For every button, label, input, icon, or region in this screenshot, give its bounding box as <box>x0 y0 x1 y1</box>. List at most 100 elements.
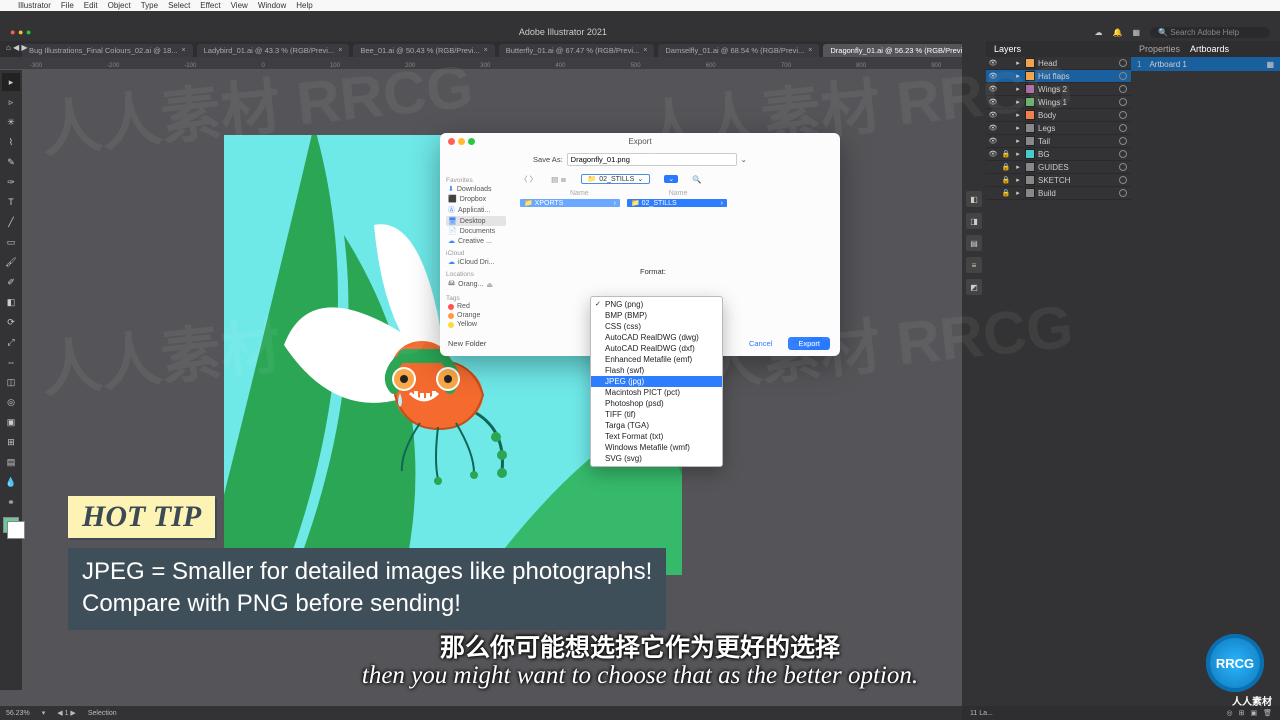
eyedropper-tool[interactable]: 💧 <box>2 473 20 491</box>
menu-window[interactable]: Window <box>258 1 286 10</box>
tab-damselfly[interactable]: Damselfly_01.ai @ 68.54 % (RGB/Previ...× <box>658 44 819 57</box>
menu-effect[interactable]: Effect <box>200 1 220 10</box>
sidebar-item-desktop[interactable]: 🖥Desktop <box>446 216 506 226</box>
chevron-down-icon[interactable]: ⌄ <box>741 155 747 164</box>
menu-illustrator[interactable]: Illustrator <box>18 1 51 10</box>
type-tool[interactable]: T <box>2 193 20 211</box>
eraser-tool[interactable]: ◧ <box>2 293 20 311</box>
chevron-right-icon[interactable]: ▸ <box>1014 176 1022 184</box>
chevron-right-icon[interactable]: ▸ <box>1014 98 1022 106</box>
close-icon[interactable]: × <box>484 47 488 54</box>
target-icon[interactable] <box>1119 98 1127 106</box>
nav-back-icon[interactable]: 〈 〉 <box>520 174 537 185</box>
target-icon[interactable] <box>1119 137 1127 145</box>
artboard-row[interactable]: 1 Artboard 1 ▦ <box>1131 57 1280 71</box>
sidebar-item-documents[interactable]: 📄Documents <box>446 226 506 236</box>
layer-row-tail[interactable]: 👁▸Tail <box>986 135 1131 148</box>
visibility-icon[interactable]: 👁 <box>988 85 998 93</box>
sidebar-tag-yellow[interactable]: Yellow <box>446 320 506 329</box>
layer-row-build[interactable]: 🔒▸Build <box>986 187 1131 200</box>
format-option-dwg[interactable]: AutoCAD RealDWG (dwg) <box>591 332 722 343</box>
target-icon[interactable] <box>1119 111 1127 119</box>
rotate-tool[interactable]: ⟳ <box>2 313 20 331</box>
menu-edit[interactable]: Edit <box>84 1 98 10</box>
target-icon[interactable] <box>1119 124 1127 132</box>
tab-butterfly[interactable]: Butterfly_01.ai @ 67.47 % (RGB/Previ...× <box>499 44 655 57</box>
search-icon[interactable]: 🔍 <box>692 175 701 184</box>
selection-tool[interactable]: ▸ <box>2 73 20 91</box>
cloud-icon[interactable]: ☁ <box>1094 28 1102 37</box>
blend-tool[interactable]: ⚭ <box>2 493 20 511</box>
format-option-jpg[interactable]: JPEG (jpg) <box>591 376 722 387</box>
new-layer-icon[interactable]: ▣ <box>1250 709 1257 717</box>
visibility-icon[interactable]: 👁 <box>988 59 998 67</box>
group-button[interactable]: ⌄ <box>664 175 678 183</box>
cancel-button[interactable]: Cancel <box>741 337 780 350</box>
layer-row-guides[interactable]: 🔒▸GUIDES <box>986 161 1131 174</box>
lock-icon[interactable]: 🔒 <box>1001 189 1011 197</box>
chevron-right-icon[interactable]: ▸ <box>1014 163 1022 171</box>
rectangle-tool[interactable]: ▭ <box>2 233 20 251</box>
visibility-icon[interactable]: 👁 <box>988 137 998 145</box>
width-tool[interactable]: ⇔ <box>2 353 20 371</box>
window-traffic-green[interactable]: ● <box>26 27 31 37</box>
tab-ladybird[interactable]: Ladybird_01.ai @ 43.3 % (RGB/Previ...× <box>197 44 350 57</box>
new-folder-button[interactable]: New Folder <box>448 339 486 348</box>
format-option-psd[interactable]: Photoshop (psd) <box>591 398 722 409</box>
curvature-tool[interactable]: ✑ <box>2 173 20 191</box>
layer-row-wings-1[interactable]: 👁▸Wings 1 <box>986 96 1131 109</box>
target-icon[interactable] <box>1119 176 1127 184</box>
layer-row-wings-2[interactable]: 👁▸Wings 2 <box>986 83 1131 96</box>
sidebar-item-downloads[interactable]: ⬇Downloads <box>446 184 506 194</box>
tab-artboards[interactable]: Artboards <box>1190 44 1229 54</box>
delete-layer-icon[interactable]: 🗑 <box>1263 709 1272 717</box>
sidebar-item-dropbox[interactable]: ⬛Dropbox <box>446 194 506 204</box>
layer-row-body[interactable]: 👁▸Body <box>986 109 1131 122</box>
close-icon[interactable]: × <box>338 47 342 54</box>
target-icon[interactable] <box>1119 85 1127 93</box>
menu-view[interactable]: View <box>231 1 248 10</box>
pen-tool[interactable]: ✎ <box>2 153 20 171</box>
visibility-icon[interactable]: 👁 <box>988 124 998 132</box>
lock-icon[interactable]: 🔒 <box>1001 150 1011 158</box>
lock-icon[interactable]: 🔒 <box>1001 176 1011 184</box>
format-option-emf[interactable]: Enhanced Metafile (emf) <box>591 354 722 365</box>
format-option-bmp[interactable]: BMP (BMP) <box>591 310 722 321</box>
format-option-tga[interactable]: Targa (TGA) <box>591 420 722 431</box>
visibility-icon[interactable]: 👁 <box>988 150 998 158</box>
menu-select[interactable]: Select <box>168 1 190 10</box>
arrange-icon[interactable]: ▦ <box>1132 28 1140 37</box>
sidebar-item-orang[interactable]: 🖴Orang...⏏ <box>446 278 506 291</box>
window-traffic-yellow[interactable]: ● <box>18 27 23 37</box>
close-icon[interactable]: × <box>808 47 812 54</box>
dock-icon[interactable]: ≡ <box>966 257 982 273</box>
layer-row-bg[interactable]: 👁🔒▸BG <box>986 148 1131 161</box>
dock-icon[interactable]: ◩ <box>966 279 982 295</box>
tab-bee[interactable]: Bee_01.ai @ 50.43 % (RGB/Previ...× <box>353 44 494 57</box>
chevron-right-icon[interactable]: ▸ <box>1014 72 1022 80</box>
layer-row-legs[interactable]: 👁▸Legs <box>986 122 1131 135</box>
target-icon[interactable] <box>1119 163 1127 171</box>
layer-row-hat-flaps[interactable]: 👁▸Hat flaps <box>986 70 1131 83</box>
perspective-tool[interactable]: ▣ <box>2 413 20 431</box>
format-dropdown-menu[interactable]: PNG (png) BMP (BMP) CSS (css) AutoCAD Re… <box>590 296 723 467</box>
zoom-level[interactable]: 56.23% <box>6 710 30 717</box>
bell-icon[interactable]: 🔔 <box>1112 28 1122 37</box>
chevron-right-icon[interactable]: ▸ <box>1014 150 1022 158</box>
help-search-input[interactable]: 🔍 Search Adobe Help <box>1150 27 1270 38</box>
menu-object[interactable]: Object <box>108 1 131 10</box>
mesh-tool[interactable]: ⊞ <box>2 433 20 451</box>
artboard-options-icon[interactable]: ▦ <box>1266 60 1274 69</box>
sidebar-tag-red[interactable]: Red <box>446 302 506 311</box>
free-transform-tool[interactable]: ◫ <box>2 373 20 391</box>
view-mode-icon[interactable]: ▤ ≣ <box>551 175 566 184</box>
lasso-tool[interactable]: ⌇ <box>2 133 20 151</box>
shape-builder-tool[interactable]: ◎ <box>2 393 20 411</box>
direct-selection-tool[interactable]: ▹ <box>2 93 20 111</box>
locate-layer-icon[interactable]: ◎ <box>1227 709 1233 717</box>
format-option-svg[interactable]: SVG (svg) <box>591 453 722 464</box>
export-button[interactable]: Export <box>788 337 830 350</box>
paintbrush-tool[interactable]: 🖌 <box>2 253 20 271</box>
visibility-icon[interactable]: 👁 <box>988 98 998 106</box>
format-option-dxf[interactable]: AutoCAD RealDWG (dxf) <box>591 343 722 354</box>
